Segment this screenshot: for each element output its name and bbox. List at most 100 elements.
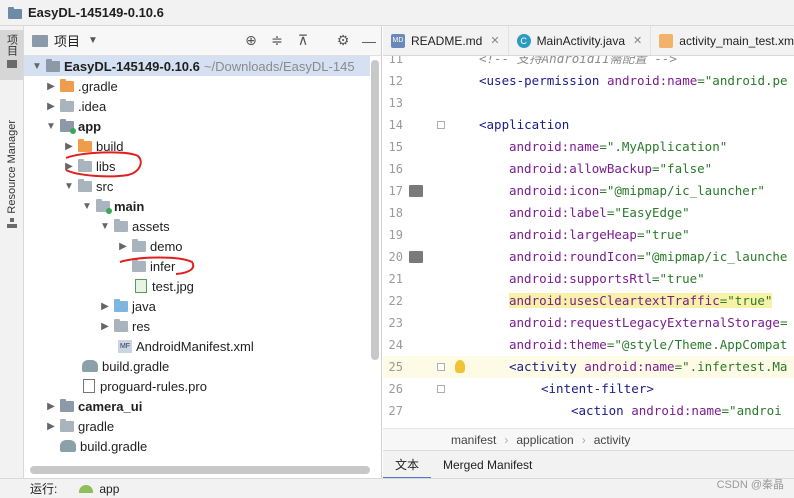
chevron-right-icon: › (581, 432, 586, 447)
line-number: 13 (388, 96, 403, 110)
lightbulb-icon[interactable] (455, 360, 465, 373)
tree-item-root-build-gradle[interactable]: build.gradle (24, 436, 370, 456)
folder-icon (78, 178, 92, 192)
tree-horizontal-scrollbar[interactable] (30, 466, 370, 474)
gear-icon[interactable]: ⚙ (335, 32, 351, 49)
window-title: EasyDL-145149-0.10.6 (28, 5, 164, 20)
chevron-right-icon[interactable]: ▶ (98, 321, 112, 332)
chevron-down-icon[interactable]: ▼ (88, 35, 98, 46)
chevron-right-icon[interactable]: ▶ (44, 401, 58, 412)
breadcrumb-item[interactable]: application (516, 433, 573, 447)
close-icon[interactable]: ✕ (633, 34, 642, 47)
tree-item-label: camera_ui (78, 398, 143, 414)
chevron-right-icon[interactable]: ▶ (62, 141, 76, 152)
code-text: <activity android:name=".infertest.Ma (509, 359, 788, 374)
tree-item-infer[interactable]: infer (24, 256, 370, 276)
tree-item-label: infer (150, 258, 176, 274)
image-preview-icon[interactable] (409, 251, 423, 263)
line-number: 16 (388, 162, 403, 176)
close-icon[interactable]: ✕ (490, 34, 499, 47)
expand-all-icon[interactable]: ≑ (269, 32, 285, 49)
editor-panel: MD README.md ✕ C MainActivity.java ✕ act… (383, 26, 794, 479)
tree-item-libs[interactable]: ▶ libs (24, 156, 370, 176)
tree-item-main[interactable]: ▼ main (24, 196, 370, 216)
tree-item-gradle-dir[interactable]: ▶ .gradle (24, 76, 370, 96)
chevron-right-icon[interactable]: ▶ (44, 81, 58, 92)
tree-item-gradle[interactable]: ▶ gradle (24, 416, 370, 436)
tree-item-idea[interactable]: ▶ .idea (24, 96, 370, 116)
chevron-down-icon[interactable]: ▼ (80, 201, 94, 212)
line-number: 22 (388, 294, 403, 308)
text-file-icon (83, 379, 95, 393)
code-area[interactable]: 11 <!-- 支持Android11需配置 --> 12 <uses-permiss… (383, 56, 794, 428)
line-number: 21 (388, 272, 403, 286)
code-line: 16 android:allowBackup="false" (383, 158, 794, 180)
code-text: android:allowBackup="false" (509, 161, 713, 176)
chevron-down-icon[interactable]: ▼ (44, 121, 58, 132)
chevron-right-icon[interactable]: ▶ (116, 241, 130, 252)
fold-icon[interactable] (437, 385, 445, 393)
code-line: 22 android:usesCleartextTraffic="true" (383, 290, 794, 312)
fold-icon[interactable] (437, 363, 445, 371)
tree-item-test-jpg[interactable]: test.jpg (24, 276, 370, 296)
tree-item-demo[interactable]: ▶ demo (24, 236, 370, 256)
collapse-all-icon[interactable]: ⊼ (295, 32, 311, 49)
fold-icon[interactable] (437, 121, 445, 129)
run-config-tab[interactable]: app (99, 482, 119, 496)
chevron-right-icon[interactable]: ▶ (44, 421, 58, 432)
code-line: 20 android:roundIcon="@mipmap/ic_launche (383, 246, 794, 268)
tree-item-assets[interactable]: ▼ assets (24, 216, 370, 236)
folder-icon (60, 98, 74, 112)
breadcrumb-item[interactable]: activity (594, 433, 631, 447)
image-preview-icon[interactable] (409, 185, 423, 197)
tab-readme[interactable]: MD README.md ✕ (383, 26, 509, 55)
tree-item-label: .gradle (78, 78, 118, 94)
breadcrumb-item[interactable]: manifest (451, 433, 496, 447)
tree-item-label: test.jpg (152, 278, 194, 294)
code-text: android:name=".MyApplication" (509, 139, 728, 154)
tree-item-build[interactable]: ▶ build (24, 136, 370, 156)
resource-manager-tab[interactable]: Resource Manager (0, 120, 23, 240)
tree-item-label: build.gradle (80, 438, 148, 454)
tree-item-res[interactable]: ▶ res (24, 316, 370, 336)
tab-mainactivity[interactable]: C MainActivity.java ✕ (509, 26, 652, 55)
tree-item-camera-ui[interactable]: ▶ camera_ui (24, 396, 370, 416)
chevron-right-icon[interactable]: ▶ (98, 301, 112, 312)
tab-activity-main-test[interactable]: activity_main_test.xm (651, 26, 794, 55)
code-text: <intent-filter> (541, 381, 654, 396)
tree-item-src[interactable]: ▼ src (24, 176, 370, 196)
tree-vertical-scrollbar[interactable] (371, 60, 379, 360)
chevron-right-icon[interactable]: ▶ (62, 161, 76, 172)
subtab-merged-manifest[interactable]: Merged Manifest (431, 451, 544, 479)
code-line: 14 <application (383, 114, 794, 136)
code-text: android:largeHeap="true" (509, 227, 690, 242)
line-number: 27 (388, 404, 403, 418)
subtab-text[interactable]: 文本 (383, 451, 432, 479)
editor-tabs: MD README.md ✕ C MainActivity.java ✕ act… (383, 26, 794, 56)
line-number: 23 (388, 316, 403, 330)
project-tool-tab[interactable]: 项目 (0, 30, 23, 80)
tree-item-app[interactable]: ▼ app (24, 116, 370, 136)
tree-item-java[interactable]: ▶ java (24, 296, 370, 316)
left-tool-strip: 项目 Resource Manager (0, 26, 24, 478)
project-view-selector[interactable]: 项目 (54, 31, 80, 50)
tree-item-androidmanifest[interactable]: MF AndroidManifest.xml (24, 336, 370, 356)
code-text: <uses-permission android:name="android.p… (479, 73, 788, 88)
hide-panel-icon[interactable]: — (361, 33, 377, 49)
locate-icon[interactable]: ⊕ (243, 32, 259, 49)
tree-item-label: res (132, 318, 151, 334)
tree-item-app-build-gradle[interactable]: build.gradle (24, 356, 370, 376)
chevron-down-icon[interactable]: ▼ (30, 61, 44, 72)
chevron-down-icon[interactable]: ▼ (62, 181, 76, 192)
chevron-right-icon[interactable]: ▶ (44, 101, 58, 112)
code-line: 23 android:requestLegacyExternalStorage= (383, 312, 794, 334)
tab-label: MainActivity.java (536, 33, 626, 48)
chevron-down-icon[interactable]: ▼ (98, 221, 112, 232)
line-number: 25 (388, 360, 403, 374)
tree-item-proguard[interactable]: proguard-rules.pro (24, 376, 370, 396)
tab-label: README.md (411, 33, 483, 48)
code-line: 19 android:largeHeap="true" (383, 224, 794, 246)
tree-item-label: build.gradle (102, 358, 170, 374)
tree-item-root[interactable]: ▼ EasyDL-145149-0.10.6 ~/Downloads/EasyDL… (24, 56, 370, 76)
tree-item-label: .idea (78, 98, 107, 114)
